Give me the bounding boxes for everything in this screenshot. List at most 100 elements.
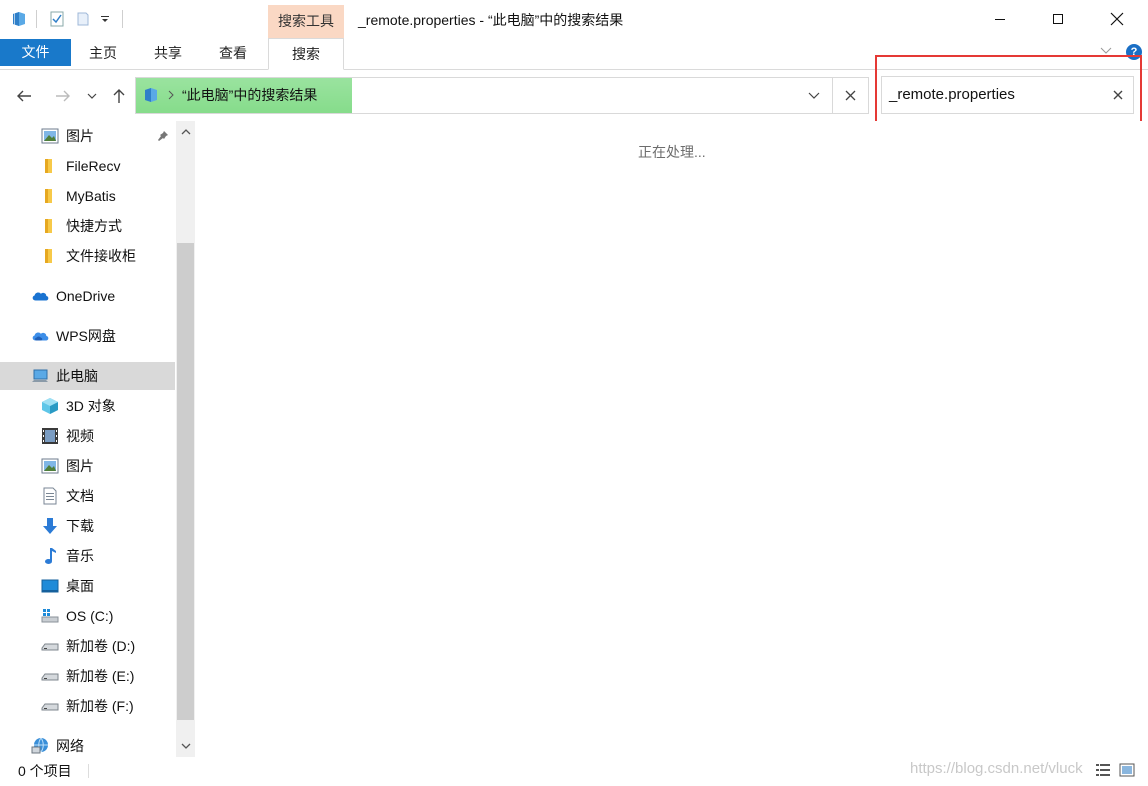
sidebar-item-label: MyBatis <box>66 188 116 204</box>
tab-home[interactable]: 主页 <box>78 38 128 69</box>
sidebar-item-label: 此电脑 <box>56 368 98 384</box>
sidebar-item-3d-objects[interactable]: 3D 对象 <box>0 392 175 420</box>
sidebar-item-label: 新加卷 (F:) <box>66 698 134 714</box>
sidebar-item-mybatis[interactable]: MyBatis <box>0 182 175 210</box>
pictures-icon <box>41 457 59 475</box>
scrollbar-thumb[interactable] <box>177 243 194 720</box>
sidebar-item-shortcuts[interactable]: 快捷方式 <box>0 212 175 240</box>
navigation-pane: 图片 FileRecv MyBatis 快捷方式 文件接收柜 OneDrive … <box>0 121 176 757</box>
quick-access-separator <box>36 10 37 28</box>
sidebar-item-label: 3D 对象 <box>66 398 116 414</box>
address-bar[interactable]: “此电脑”中的搜索结果 <box>135 77 869 114</box>
sidebar-item-file-cabinet[interactable]: 文件接收柜 <box>0 242 175 270</box>
scroll-down-icon[interactable] <box>176 735 195 757</box>
status-bar: 0 个项目 https://blog.csdn.net/vluck <box>0 757 1148 786</box>
close-button[interactable] <box>1088 0 1146 38</box>
onedrive-icon <box>31 287 49 305</box>
watermark-text: https://blog.csdn.net/vluck <box>910 760 1083 777</box>
sidebar-item-downloads[interactable]: 下载 <box>0 512 175 540</box>
item-count: 0 个项目 <box>18 763 72 779</box>
maximize-button[interactable] <box>1029 0 1087 38</box>
processing-message: 正在处理... <box>638 144 706 160</box>
sidebar-item-label: WPS网盘 <box>56 328 116 344</box>
sidebar-item-label: 桌面 <box>66 578 94 594</box>
folder-icon <box>41 247 59 265</box>
sidebar-item-videos[interactable]: 视频 <box>0 422 175 450</box>
sidebar-item-drive-d[interactable]: 新加卷 (D:) <box>0 632 175 660</box>
desktop-icon <box>41 577 59 595</box>
sidebar-item-wps-cloud[interactable]: WPS网盘 <box>0 322 175 350</box>
folder-icon <box>41 157 59 175</box>
search-location-icon <box>143 87 159 106</box>
folder-icon <box>41 187 59 205</box>
window-title: _remote.properties - “此电脑”中的搜索结果 <box>358 12 624 28</box>
navigation-pane-scrollbar[interactable] <box>176 121 195 757</box>
videos-icon <box>41 427 59 445</box>
sidebar-item-network[interactable]: 网络 <box>0 732 175 760</box>
windows-drive-icon <box>41 607 59 625</box>
breadcrumb-search-results[interactable]: “此电脑”中的搜索结果 <box>182 78 317 113</box>
large-icons-view-icon[interactable] <box>1118 761 1136 779</box>
scroll-up-icon[interactable] <box>176 121 195 143</box>
sidebar-item-label: OS (C:) <box>66 608 114 624</box>
properties-icon[interactable] <box>49 9 65 29</box>
sidebar-item-label: 图片 <box>66 128 94 144</box>
sidebar-item-this-pc[interactable]: 此电脑 <box>0 362 175 390</box>
drive-icon <box>41 697 59 715</box>
forward-arrow-icon[interactable] <box>51 84 75 108</box>
tab-view[interactable]: 查看 <box>208 38 258 69</box>
status-separator <box>88 764 89 778</box>
breadcrumb-chevron-icon[interactable] <box>167 78 175 113</box>
sidebar-item-drive-e[interactable]: 新加卷 (E:) <box>0 662 175 690</box>
music-icon <box>41 547 59 565</box>
sidebar-item-documents[interactable]: 文档 <box>0 482 175 510</box>
3d-objects-icon <box>41 397 59 415</box>
back-arrow-icon[interactable] <box>12 84 36 108</box>
search-tools-context-tab: 搜索工具 <box>268 5 344 38</box>
stop-search-icon[interactable] <box>832 78 868 113</box>
network-icon <box>31 737 49 755</box>
title-bar: 搜索工具 _remote.properties - “此电脑”中的搜索结果 <box>0 0 1148 38</box>
customize-quick-access-icon[interactable] <box>100 9 110 29</box>
sidebar-item-music[interactable]: 音乐 <box>0 542 175 570</box>
quick-access-separator <box>122 10 123 28</box>
address-dropdown-icon[interactable] <box>798 78 830 113</box>
minimize-button[interactable] <box>971 0 1029 38</box>
tab-search[interactable]: 搜索 <box>268 38 344 70</box>
sidebar-item-onedrive[interactable]: OneDrive <box>0 282 175 310</box>
sidebar-item-desktop[interactable]: 桌面 <box>0 572 175 600</box>
sidebar-item-label: 图片 <box>66 458 94 474</box>
pictures-icon <box>41 127 59 145</box>
up-arrow-icon[interactable] <box>107 84 131 108</box>
wps-cloud-icon <box>31 327 49 345</box>
sidebar-item-label: 音乐 <box>66 548 94 564</box>
sidebar-item-drive-f[interactable]: 新加卷 (F:) <box>0 692 175 720</box>
sidebar-item-label: 新加卷 (E:) <box>66 668 135 684</box>
sidebar-item-label: 快捷方式 <box>66 218 122 234</box>
sidebar-item-pictures[interactable]: 图片 <box>0 452 175 480</box>
downloads-icon <box>41 517 59 535</box>
sidebar-item-label: 新加卷 (D:) <box>66 638 136 654</box>
sidebar-item-label: FileRecv <box>66 158 121 174</box>
file-list-pane[interactable]: 正在处理... <box>196 121 1148 757</box>
sidebar-item-label: 网络 <box>56 738 84 754</box>
tab-file[interactable]: 文件 <box>0 39 71 66</box>
sidebar-item-label: 视频 <box>66 428 94 444</box>
details-view-icon[interactable] <box>1094 761 1112 779</box>
sidebar-item-label: 文档 <box>66 488 94 504</box>
recent-locations-chevron-icon[interactable] <box>82 84 102 108</box>
sidebar-item-pictures-quick[interactable]: 图片 <box>0 122 175 150</box>
pin-icon[interactable] <box>157 129 169 145</box>
sidebar-item-label: OneDrive <box>56 288 116 304</box>
drive-icon <box>41 637 59 655</box>
computer-icon <box>31 367 49 385</box>
sidebar-item-drive-c[interactable]: OS (C:) <box>0 602 175 630</box>
app-icon <box>11 9 27 29</box>
new-folder-icon[interactable] <box>75 9 91 29</box>
sidebar-item-label: 下载 <box>66 518 94 534</box>
sidebar-item-filerecv[interactable]: FileRecv <box>0 152 175 180</box>
tab-share[interactable]: 共享 <box>143 38 193 69</box>
folder-icon <box>41 217 59 235</box>
documents-icon <box>41 487 59 505</box>
drive-icon <box>41 667 59 685</box>
